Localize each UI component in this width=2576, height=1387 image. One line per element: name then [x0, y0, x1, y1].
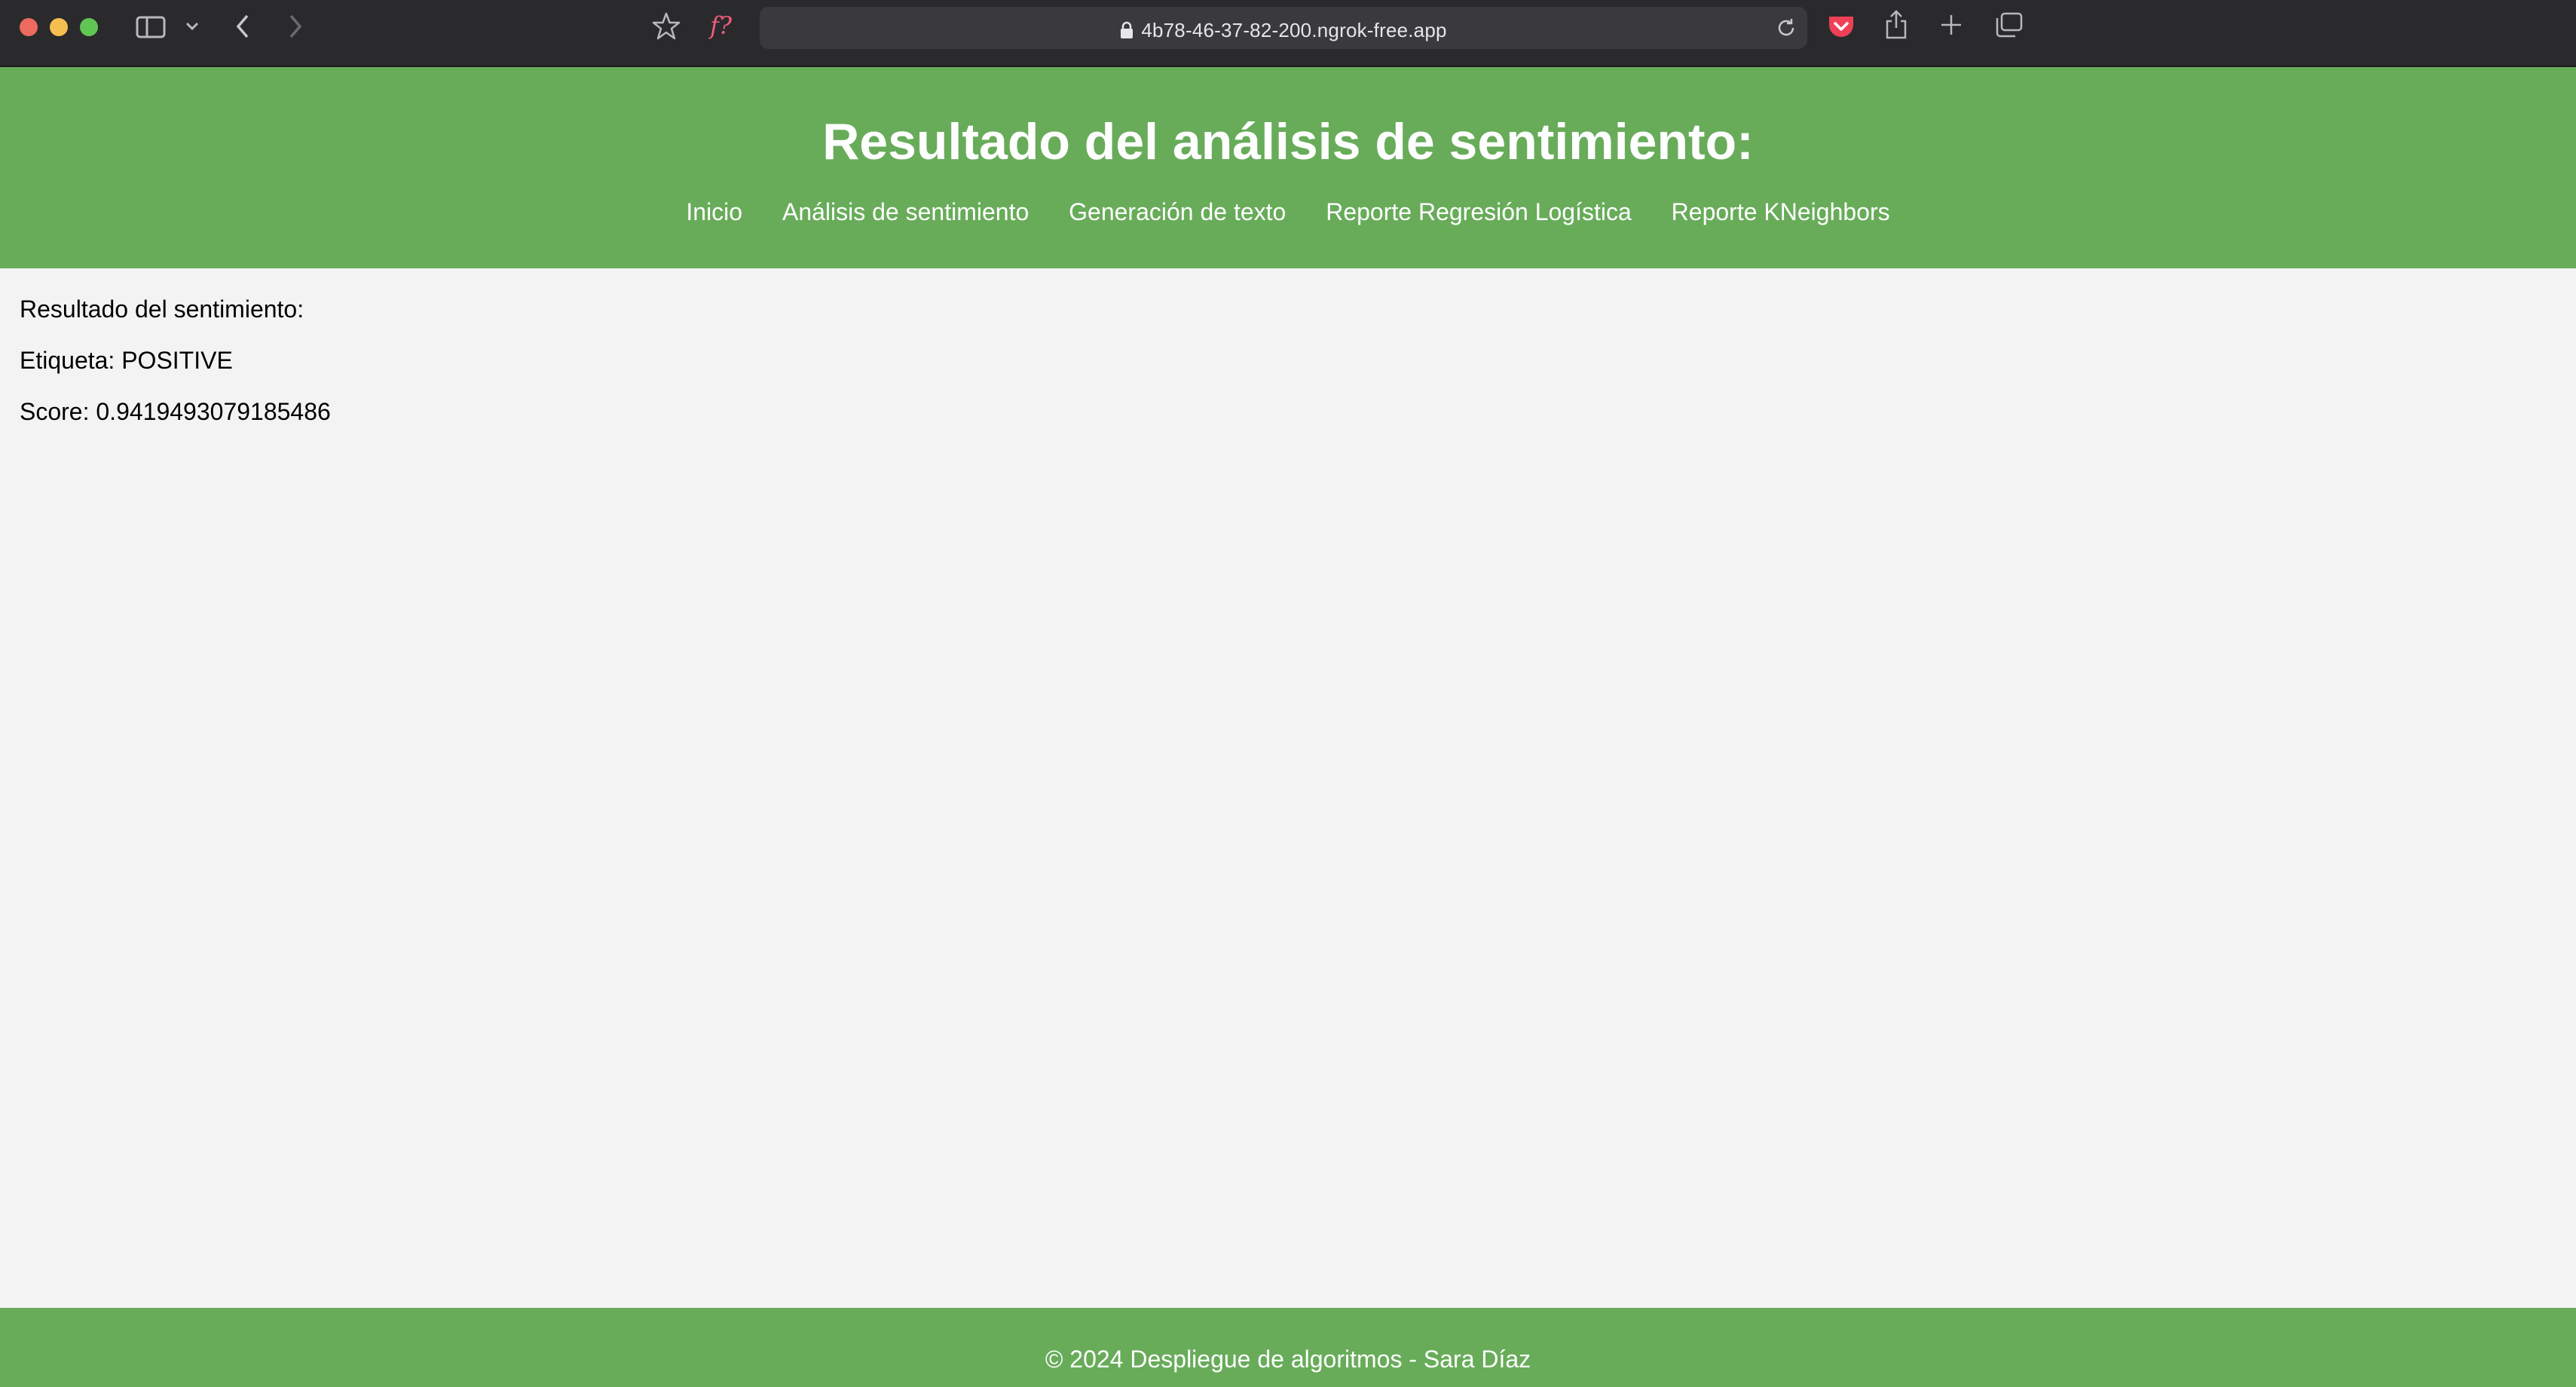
- site-header: Resultado del análisis de sentimiento: I…: [0, 67, 2576, 268]
- site-footer: © 2024 Despliegue de algoritmos - Sara D…: [0, 1308, 2576, 1387]
- extension-button[interactable]: f?: [710, 14, 732, 38]
- url-text: 4b78-46-37-82-200.ngrok-free.app: [1141, 19, 1447, 41]
- footer-copyright: © 2024 Despliegue de algoritmos - Sara D…: [1045, 1346, 1531, 1373]
- back-icon[interactable]: [235, 14, 250, 39]
- page-title: Resultado del análisis de sentimiento:: [822, 113, 1754, 170]
- tabs-overview-icon[interactable]: [1994, 12, 2023, 38]
- nav-link-generacion-texto[interactable]: Generación de texto: [1069, 198, 1286, 225]
- new-tab-plus-icon[interactable]: [1940, 14, 1963, 36]
- result-section: Resultado del sentimiento: Etiqueta: POS…: [20, 295, 331, 449]
- sentiment-label: Etiqueta: POSITIVE: [20, 347, 233, 374]
- chevron-down-icon[interactable]: [185, 22, 199, 31]
- browser-toolbar: f? 4b78-46-37-82-200.ngrok-free.app: [0, 0, 2576, 67]
- pocket-icon[interactable]: [1827, 14, 1856, 41]
- main-nav: Inicio Análisis de sentimiento Generació…: [0, 198, 2576, 226]
- lock-icon: [1120, 21, 1134, 44]
- sentiment-score: Score: 0.9419493079185486: [20, 398, 331, 425]
- minimize-window-button[interactable]: [50, 18, 68, 36]
- share-icon[interactable]: [1884, 9, 1908, 41]
- address-bar[interactable]: 4b78-46-37-82-200.ngrok-free.app: [760, 7, 1807, 49]
- close-window-button[interactable]: [20, 18, 38, 36]
- star-icon[interactable]: [651, 11, 681, 41]
- result-heading: Resultado del sentimiento:: [20, 295, 304, 323]
- zoom-window-button[interactable]: [80, 18, 98, 36]
- nav-link-analisis-sentimiento[interactable]: Análisis de sentimiento: [782, 198, 1029, 225]
- nav-link-reporte-kneighbors[interactable]: Reporte KNeighbors: [1672, 198, 1890, 225]
- forward-icon[interactable]: [288, 14, 303, 39]
- sidebar-icon[interactable]: [136, 15, 166, 39]
- reload-icon[interactable]: [1776, 17, 1797, 38]
- nav-link-inicio[interactable]: Inicio: [686, 198, 742, 225]
- nav-link-reporte-regresion-logistica[interactable]: Reporte Regresión Logística: [1326, 198, 1632, 225]
